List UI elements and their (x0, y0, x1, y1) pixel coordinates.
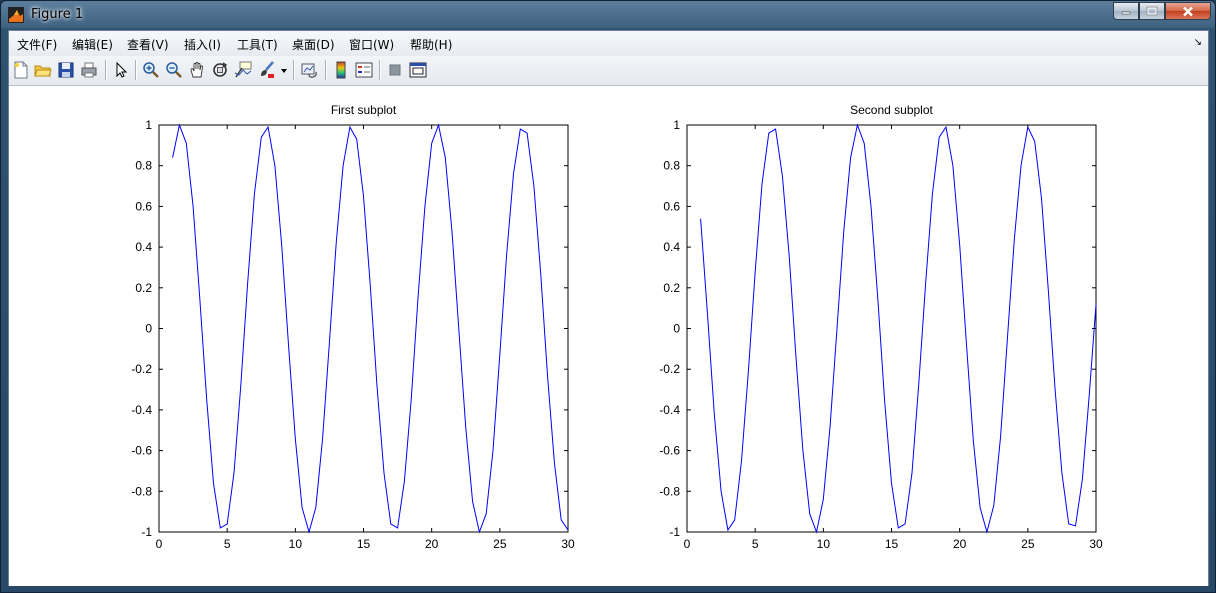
x-tick-label: 5 (224, 537, 231, 551)
window-title: Figure 1 (31, 7, 84, 22)
pan-hand-icon[interactable] (188, 61, 206, 79)
y-tick-label: 1 (145, 118, 152, 132)
minimize-icon (1121, 11, 1131, 15)
toolbar-separator (293, 60, 295, 80)
data-cursor-icon[interactable] (234, 61, 252, 79)
matlab-logo-icon (8, 7, 24, 23)
y-tick-label: -0.2 (659, 362, 680, 376)
y-tick-label: 0.2 (663, 281, 680, 295)
brush-dropdown-icon[interactable] (280, 61, 288, 79)
menu-edit[interactable]: 编辑(E) (72, 36, 113, 53)
y-tick-label: -0.6 (659, 444, 680, 458)
menu-window[interactable]: 窗口(W) (349, 36, 394, 53)
toolbar-separator (105, 60, 107, 80)
x-tick-label: 20 (953, 537, 967, 551)
x-tick-label: 30 (561, 537, 575, 551)
close-button[interactable] (1165, 2, 1211, 20)
figure-window: Figure 1 文件(F) 编辑(E) 查看(V) 插入(I) 工具(T) 桌… (0, 0, 1216, 593)
zoom-out-icon[interactable] (165, 61, 183, 79)
x-tick-label: 25 (1021, 537, 1035, 551)
menu-insert[interactable]: 插入(I) (184, 36, 221, 53)
menubar-dock-arrow-icon[interactable]: ↘ (1194, 37, 1202, 48)
y-tick-label: -0.2 (131, 362, 152, 376)
x-tick-label: 15 (885, 537, 899, 551)
y-tick-label: 0 (673, 322, 680, 336)
minimize-button[interactable] (1113, 2, 1139, 20)
y-tick-label: -0.8 (131, 484, 152, 498)
x-tick-label: 0 (156, 537, 163, 551)
x-tick-label: 20 (425, 537, 439, 551)
link-plot-icon[interactable] (300, 61, 318, 79)
rotate-3d-icon[interactable] (211, 61, 229, 79)
subplot-title: First subplot (331, 103, 397, 117)
window-controls (1113, 2, 1211, 21)
x-tick-label: 10 (817, 537, 831, 551)
menu-view[interactable]: 查看(V) (127, 36, 169, 53)
y-tick-label: 0.6 (135, 199, 152, 213)
colorbar-icon[interactable] (332, 61, 350, 79)
maximize-icon (1146, 6, 1158, 16)
x-tick-label: 5 (752, 537, 759, 551)
axes-box (686, 124, 1097, 533)
menu-desktop[interactable]: 桌面(D) (292, 36, 335, 53)
plots-svg: First subplot0 5 10 15 20 25 30-1-0.8-0.6-0.4-… (131, 103, 1103, 551)
edit-plot-arrow-icon[interactable] (112, 61, 130, 79)
figure-client-area: 文件(F) 编辑(E) 查看(V) 插入(I) 工具(T) 桌面(D) 窗口(W… (8, 30, 1209, 586)
x-tick-label: 0 (684, 537, 691, 551)
print-icon[interactable] (80, 61, 98, 79)
maximize-button[interactable] (1139, 2, 1165, 20)
legend-icon[interactable] (355, 61, 373, 79)
show-plot-tools-icon[interactable] (409, 61, 427, 79)
y-tick-label: 0.6 (663, 199, 680, 213)
axes-box (158, 124, 569, 533)
subplot-1[interactable]: First subplot0 5 10 15 20 25 30-1-0.8-0.6-0.4-… (131, 103, 575, 551)
y-tick-label: -0.6 (131, 444, 152, 458)
menu-tools[interactable]: 工具(T) (237, 36, 278, 53)
y-tick-label: -1 (669, 525, 680, 539)
title-bar[interactable]: Figure 1 (1, 1, 1215, 29)
y-tick-label: 0 (145, 322, 152, 336)
menu-help[interactable]: 帮助(H) (410, 36, 452, 53)
y-tick-label: -1 (141, 525, 152, 539)
menu-file[interactable]: 文件(F) (17, 36, 57, 53)
x-tick-label: 25 (493, 537, 507, 551)
y-tick-label: -0.4 (659, 403, 680, 417)
figure-canvas[interactable]: First subplot 0 5 10 15 20 25 30 -1 -0.8 -0.6 -0.4-… (9, 86, 1208, 586)
close-icon (1183, 6, 1193, 16)
y-tick-label: 0.8 (135, 159, 152, 173)
y-tick-label: 0.4 (663, 240, 680, 254)
y-tick-label: 0.8 (663, 159, 680, 173)
toolbar-separator (379, 60, 381, 80)
y-tick-label: -0.4 (131, 403, 152, 417)
y-tick-label: 0.2 (135, 281, 152, 295)
new-figure-icon[interactable] (12, 61, 30, 79)
toolbar-separator (135, 60, 137, 80)
open-file-icon[interactable] (34, 61, 52, 79)
x-tick-label: 15 (357, 537, 371, 551)
hide-plot-tools-icon[interactable] (386, 61, 404, 79)
x-tick-label: 30 (1089, 537, 1103, 551)
zoom-in-icon[interactable] (142, 61, 160, 79)
x-tick-label: 10 (289, 537, 303, 551)
y-tick-label: 0.4 (135, 240, 152, 254)
subplot-title: Second subplot (850, 103, 933, 117)
menu-bar: 文件(F) 编辑(E) 查看(V) 插入(I) 工具(T) 桌面(D) 窗口(W… (9, 31, 1208, 56)
toolbar-separator (325, 60, 327, 80)
figure-toolbar (9, 56, 1208, 86)
brush-icon[interactable] (258, 61, 276, 79)
save-icon[interactable] (57, 61, 75, 79)
y-tick-label: 1 (673, 118, 680, 132)
y-tick-label: -0.8 (659, 484, 680, 498)
subplot-2[interactable]: Second subplot0 5 10 15 20 25 30-1-0.8-0.6-0.4… (659, 103, 1103, 551)
